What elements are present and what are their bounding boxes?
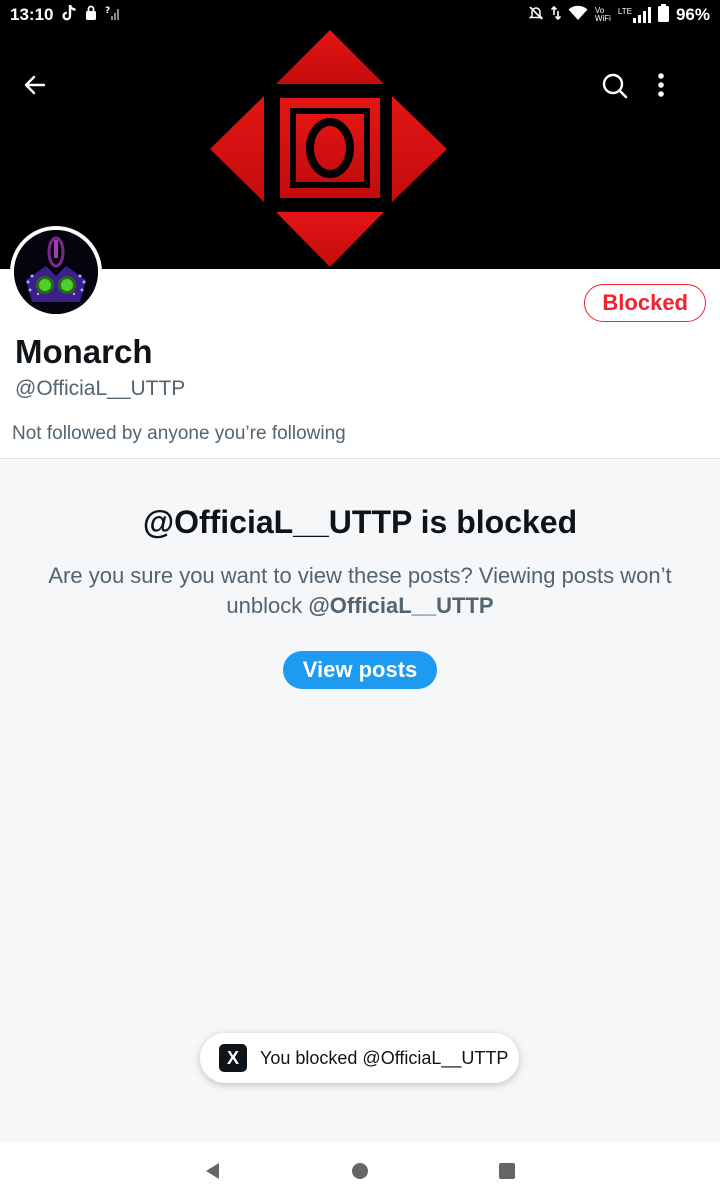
more-vertical-icon <box>658 73 664 97</box>
back-button[interactable] <box>22 72 66 116</box>
avatar-image <box>14 230 98 314</box>
toast-notification: X You blocked @OfficiaL__UTTP <box>200 1033 519 1083</box>
clock: 13:10 <box>10 5 54 24</box>
blocked-message: Are you sure you want to view these post… <box>40 561 680 621</box>
lte-signal-icon: LTE <box>618 7 651 23</box>
triangle-back-icon <box>206 1163 220 1179</box>
blocked-button[interactable]: Blocked <box>584 284 706 322</box>
more-options-button[interactable] <box>657 72 701 116</box>
banner-logo <box>210 30 447 267</box>
status-bar: 13:10 ? Vo WiFi LTE 96% <box>0 0 720 30</box>
blocked-notice: @OfficiaL__UTTP is blocked Are you sure … <box>0 460 720 689</box>
profile-header: Blocked Monarch @OfficiaL__UTTP Not foll… <box>0 269 720 459</box>
battery-icon <box>657 3 669 27</box>
nav-back-button[interactable] <box>193 1151 233 1191</box>
display-name: Monarch <box>15 333 153 370</box>
arrow-left-icon <box>24 75 46 95</box>
profile-handle: @OfficiaL__UTTP <box>15 377 186 400</box>
circle-home-icon <box>351 1163 368 1179</box>
search-icon <box>602 73 628 99</box>
svg-text:?: ? <box>105 6 110 16</box>
square-recents-icon <box>498 1163 515 1179</box>
avatar[interactable] <box>10 226 102 318</box>
nav-recents-button[interactable] <box>487 1151 527 1191</box>
nav-home-button[interactable] <box>340 1151 380 1191</box>
blocked-message-handle: @OfficiaL__UTTP <box>308 593 494 618</box>
wifi-icon <box>568 5 588 26</box>
view-posts-button[interactable]: View posts <box>282 651 438 689</box>
no-signal-icon: ? <box>105 5 121 26</box>
blocked-title: @OfficiaL__UTTP is blocked <box>142 504 578 540</box>
tiktok-icon <box>61 4 77 27</box>
system-navigation-bar <box>0 1142 720 1200</box>
vowifi-icon: Vo WiFi <box>594 6 611 23</box>
mute-icon <box>528 5 544 26</box>
lock-icon <box>85 5 97 26</box>
x-logo-icon: X <box>219 1044 247 1072</box>
search-button[interactable] <box>601 72 645 116</box>
data-arrows-icon <box>550 5 561 26</box>
profile-banner[interactable] <box>0 30 720 269</box>
battery-percent: 96% <box>675 5 710 24</box>
toast-text: You blocked @OfficiaL__UTTP <box>260 1047 509 1068</box>
followed-by-note: Not followed by anyone you’re following <box>12 423 346 444</box>
